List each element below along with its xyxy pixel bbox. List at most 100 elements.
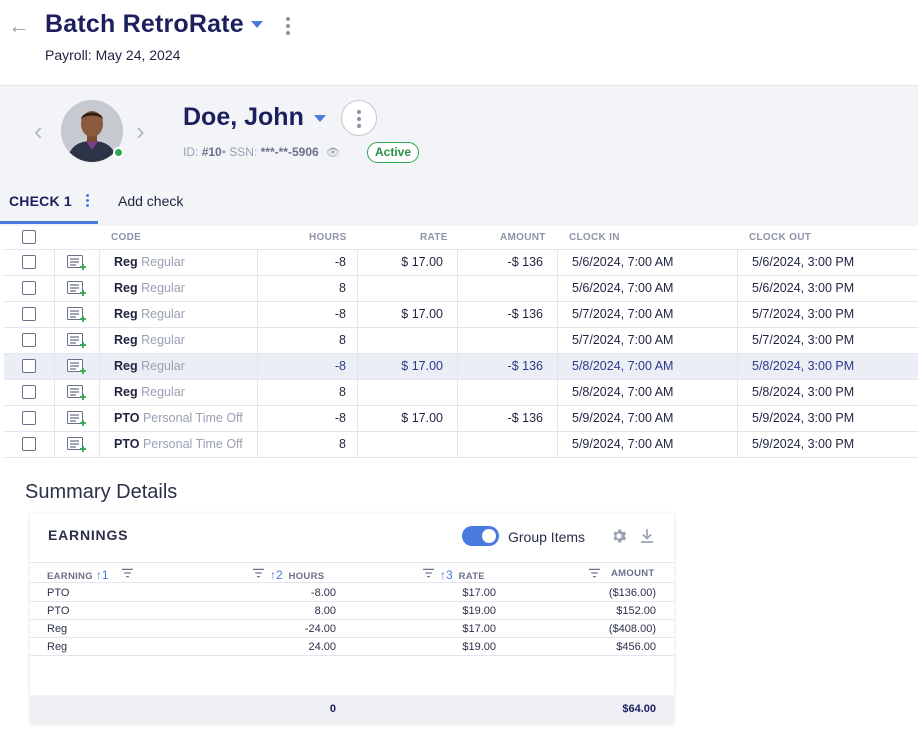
- title-dropdown-icon[interactable]: [251, 21, 263, 28]
- code-cell[interactable]: Reg Regular: [114, 354, 185, 380]
- row-checkbox[interactable]: [22, 333, 36, 347]
- filter-icon[interactable]: [589, 568, 600, 578]
- clock-in-cell[interactable]: 5/6/2024, 7:00 AM: [572, 250, 673, 276]
- table-row[interactable]: Reg Regular -8 $ 17.00 -$ 136 5/6/2024, 7:00…: [4, 250, 918, 276]
- eye-icon[interactable]: 👁: [326, 146, 340, 159]
- clock-in-cell[interactable]: 5/8/2024, 7:00 AM: [572, 380, 673, 406]
- table-row[interactable]: PTO Personal Time Off -8 $ 17.00 -$ 136 5/9/…: [4, 406, 918, 432]
- hours-cell[interactable]: 8: [339, 380, 346, 406]
- hours-cell[interactable]: 8: [339, 432, 346, 458]
- clock-in-cell[interactable]: 5/9/2024, 7:00 AM: [572, 406, 673, 432]
- table-row[interactable]: PTO Personal Time Off 8 5/9/2024, 7:00 AM 5…: [4, 432, 918, 458]
- column-divider: [257, 328, 258, 354]
- rate-cell[interactable]: $ 17.00: [401, 354, 443, 380]
- group-items-toggle[interactable]: [462, 526, 499, 546]
- amount-cell[interactable]: -$ 136: [508, 354, 543, 380]
- amount-cell[interactable]: -$ 136: [508, 250, 543, 276]
- clock-in-cell[interactable]: 5/9/2024, 7:00 AM: [572, 432, 673, 458]
- clock-in-cell[interactable]: 5/6/2024, 7:00 AM: [572, 276, 673, 302]
- column-divider: [54, 432, 55, 458]
- clock-out-cell[interactable]: 5/6/2024, 3:00 PM: [752, 250, 854, 276]
- clock-out-cell[interactable]: 5/8/2024, 3:00 PM: [752, 354, 854, 380]
- add-note-icon[interactable]: [67, 307, 87, 323]
- hours-cell[interactable]: 8: [339, 328, 346, 354]
- column-divider: [54, 250, 55, 276]
- code-description: Regular: [137, 333, 185, 347]
- column-rate[interactable]: ↑3 RATE: [440, 568, 485, 582]
- next-employee-icon[interactable]: ›: [136, 118, 154, 144]
- filter-icon[interactable]: [253, 568, 264, 578]
- code-cell[interactable]: Reg Regular: [114, 302, 185, 328]
- clock-out-cell[interactable]: 5/6/2024, 3:00 PM: [752, 276, 854, 302]
- clock-in-cell[interactable]: 5/7/2024, 7:00 AM: [572, 328, 673, 354]
- previous-employee-icon[interactable]: ‹: [34, 118, 52, 144]
- row-checkbox[interactable]: [22, 411, 36, 425]
- add-note-icon[interactable]: [67, 333, 87, 349]
- hours-cell[interactable]: -8: [335, 354, 346, 380]
- amount-cell[interactable]: -$ 136: [508, 406, 543, 432]
- add-check-tab[interactable]: Add check: [118, 193, 183, 209]
- clock-out-cell[interactable]: 5/9/2024, 3:00 PM: [752, 406, 854, 432]
- column-divider: [557, 250, 558, 276]
- row-checkbox[interactable]: [22, 359, 36, 373]
- clock-out-cell[interactable]: 5/7/2024, 3:00 PM: [752, 328, 854, 354]
- row-checkbox[interactable]: [22, 437, 36, 451]
- clock-out-cell[interactable]: 5/8/2024, 3:00 PM: [752, 380, 854, 406]
- clock-out-cell[interactable]: 5/9/2024, 3:00 PM: [752, 432, 854, 458]
- hours-cell[interactable]: -8: [335, 250, 346, 276]
- code-label: Reg: [114, 255, 138, 269]
- back-arrow-icon[interactable]: ←: [8, 14, 30, 38]
- table-row[interactable]: Reg Regular -8 $ 17.00 -$ 136 5/8/2024, 7:00…: [4, 354, 918, 380]
- download-icon[interactable]: [638, 527, 656, 545]
- page-more-options-icon[interactable]: [280, 14, 296, 38]
- rate-cell[interactable]: $ 17.00: [401, 250, 443, 276]
- column-divider: [99, 380, 100, 406]
- filter-icon[interactable]: [122, 568, 133, 578]
- amount-cell: ($408.00): [608, 623, 656, 635]
- add-note-icon[interactable]: [67, 385, 87, 401]
- row-checkbox[interactable]: [22, 255, 36, 269]
- clock-out-cell[interactable]: 5/7/2024, 3:00 PM: [752, 302, 854, 328]
- row-checkbox[interactable]: [22, 385, 36, 399]
- rate-cell[interactable]: $ 17.00: [401, 406, 443, 432]
- employee-dropdown-icon[interactable]: [314, 115, 326, 122]
- add-note-icon[interactable]: [67, 281, 87, 297]
- gear-icon[interactable]: [610, 527, 628, 545]
- hours-cell[interactable]: 8: [339, 276, 346, 302]
- rate-cell[interactable]: $ 17.00: [401, 302, 443, 328]
- select-all-checkbox[interactable]: [22, 230, 36, 244]
- employee-more-options-button[interactable]: [341, 100, 377, 136]
- row-checkbox[interactable]: [22, 307, 36, 321]
- column-hours-label: HOURS: [288, 571, 325, 582]
- hours-cell[interactable]: -8: [335, 406, 346, 432]
- table-row[interactable]: Reg Regular 8 5/8/2024, 7:00 AM 5/8/2024, 3…: [4, 380, 918, 406]
- check-options-icon[interactable]: [80, 192, 94, 212]
- column-earning[interactable]: EARNING ↑1: [47, 568, 109, 582]
- earning-cell: Reg: [47, 623, 68, 635]
- code-cell[interactable]: Reg Regular: [114, 250, 185, 276]
- add-note-icon[interactable]: [67, 411, 87, 427]
- hours-cell[interactable]: -8: [335, 302, 346, 328]
- column-amount[interactable]: AMOUNT: [611, 568, 655, 579]
- code-cell[interactable]: PTO Personal Time Off: [114, 406, 243, 432]
- group-items-label: Group Items: [508, 529, 586, 545]
- table-row[interactable]: Reg Regular 8 5/6/2024, 7:00 AM 5/6/2024, 3…: [4, 276, 918, 302]
- clock-in-cell[interactable]: 5/8/2024, 7:00 AM: [572, 354, 673, 380]
- add-note-icon[interactable]: [67, 255, 87, 271]
- filter-icon[interactable]: [423, 568, 434, 578]
- code-cell[interactable]: PTO Personal Time Off: [114, 432, 243, 458]
- code-cell[interactable]: Reg Regular: [114, 328, 185, 354]
- amount-cell: ($136.00): [608, 587, 656, 599]
- clock-in-cell[interactable]: 5/7/2024, 7:00 AM: [572, 302, 673, 328]
- table-row[interactable]: Reg Regular 8 5/7/2024, 7:00 AM 5/7/2024, 3…: [4, 328, 918, 354]
- column-hours[interactable]: ↑2 HOURS: [270, 568, 324, 582]
- code-label: Reg: [114, 307, 138, 321]
- code-cell[interactable]: Reg Regular: [114, 380, 185, 406]
- add-note-icon[interactable]: [67, 437, 87, 453]
- add-note-icon[interactable]: [67, 359, 87, 375]
- amount-cell[interactable]: -$ 136: [508, 302, 543, 328]
- row-checkbox[interactable]: [22, 281, 36, 295]
- code-cell[interactable]: Reg Regular: [114, 276, 185, 302]
- table-row[interactable]: Reg Regular -8 $ 17.00 -$ 136 5/7/2024, 7:00…: [4, 302, 918, 328]
- column-divider: [257, 432, 258, 458]
